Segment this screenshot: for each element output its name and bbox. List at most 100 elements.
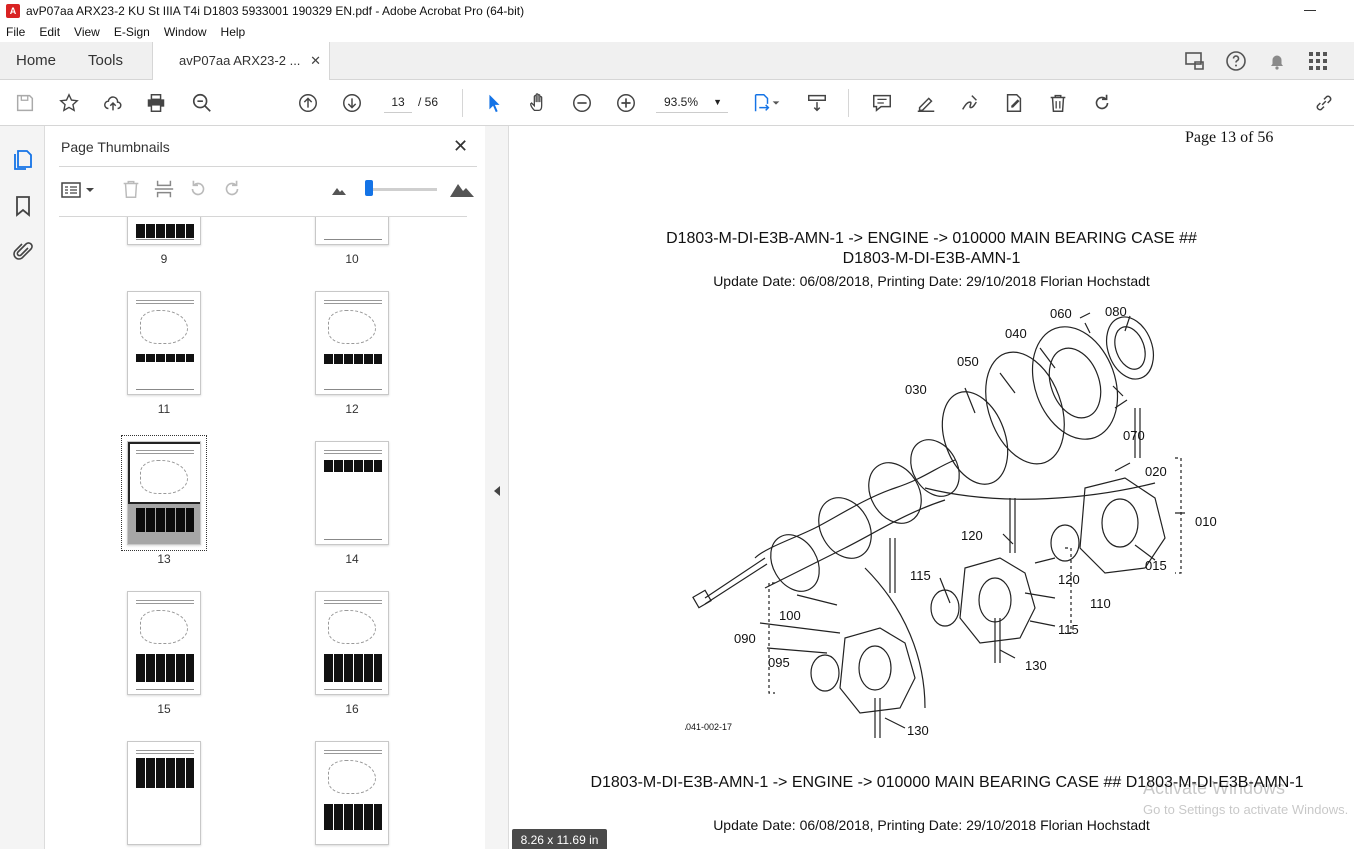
bookmark-star-icon[interactable]: [57, 91, 81, 115]
diagram-label: 095: [768, 655, 790, 670]
zoom-search-icon[interactable]: [190, 91, 214, 115]
share-screen-icon[interactable]: [1183, 49, 1207, 73]
heading-line-2: D1803-M-DI-E3B-AMN-1: [842, 250, 1021, 267]
diagram-label: 120: [961, 528, 983, 543]
diagram-label: 020: [1145, 464, 1167, 479]
edit-document-icon[interactable]: [1002, 91, 1026, 115]
diagram-label: 130: [907, 723, 929, 738]
page-thumbnails-panel: Page Thumbnails ✕ 9 10 11 12 13 14 15 16: [45, 126, 526, 849]
hand-tool-icon[interactable]: [526, 91, 550, 115]
page-fit-dropdown-icon[interactable]: [770, 91, 782, 115]
rotate-icon[interactable]: [1090, 91, 1114, 115]
notification-bell-icon[interactable]: [1265, 49, 1289, 73]
current-page-input[interactable]: [384, 91, 412, 113]
select-cursor-icon[interactable]: [482, 91, 506, 115]
close-panel-icon[interactable]: ✕: [453, 136, 468, 157]
print-icon[interactable]: [144, 91, 168, 115]
comment-icon[interactable]: [870, 91, 894, 115]
thumbnail-size-slider-track[interactable]: [367, 188, 437, 191]
thumbnail-page-9[interactable]: [127, 217, 201, 245]
thumbnail-label: 10: [345, 252, 359, 266]
thumbnail-size-slider-handle[interactable]: [365, 180, 373, 196]
bookmarks-icon[interactable]: [11, 194, 35, 218]
toolbar-separator: [462, 89, 463, 117]
attachments-paperclip-icon[interactable]: [11, 240, 35, 264]
exploded-parts-diagram: 060 080 040 050 030 070 020 010 015 120 …: [685, 304, 1217, 738]
upload-cloud-icon[interactable]: [101, 91, 125, 115]
save-icon[interactable]: [13, 91, 37, 115]
zoom-in-icon[interactable]: [614, 91, 638, 115]
thumbnail-page-16[interactable]: [315, 591, 389, 695]
minimize-button[interactable]: [1304, 4, 1316, 16]
thumbnail-shade: [128, 504, 200, 544]
acrobat-app-icon: A: [6, 4, 20, 18]
diagram-label: 080: [1105, 304, 1127, 319]
delete-pages-icon[interactable]: [120, 178, 142, 200]
diagram-label: 110: [1090, 596, 1111, 611]
tab-document[interactable]: avP07aa ARX23-2 ... ✕: [152, 42, 330, 81]
panel-splitter[interactable]: [485, 126, 509, 849]
panel-title: Page Thumbnails: [61, 139, 170, 155]
highlight-pen-icon[interactable]: [914, 91, 938, 115]
tab-bar: Home Tools avP07aa ARX23-2 ... ✕: [0, 42, 1354, 81]
diagram-label: 050: [957, 354, 979, 369]
menu-view[interactable]: View: [74, 25, 100, 39]
diagram-label: 090: [734, 631, 756, 646]
document-view[interactable]: Page 13 of 56 D1803-M-DI-E3B-AMN-1 -> EN…: [509, 126, 1354, 849]
thumbnail-page-11[interactable]: [127, 291, 201, 395]
thumbnail-page-15[interactable]: [127, 591, 201, 695]
window-title: avP07aa ARX23-2 KU St IIIA T4i D1803 593…: [26, 4, 525, 18]
page-thumbnails-icon[interactable]: [11, 148, 35, 172]
share-link-icon[interactable]: [1312, 91, 1336, 115]
thumbnail-larger-icon[interactable]: [449, 180, 475, 198]
thumbnail-label: 14: [345, 552, 359, 566]
activate-windows-watermark: Activate Windows: [1143, 778, 1286, 798]
options-menu-icon[interactable]: [61, 180, 97, 200]
chevron-down-icon: ▼: [713, 97, 722, 107]
thumbnail-page-17[interactable]: [127, 741, 201, 845]
zoom-out-icon[interactable]: [570, 91, 594, 115]
rotate-right-icon[interactable]: [221, 178, 243, 200]
next-page-icon[interactable]: [340, 91, 364, 115]
title-bar: A avP07aa ARX23-2 KU St IIIA T4i D1803 5…: [0, 0, 1354, 22]
toolbar-separator: [848, 89, 849, 117]
menu-edit[interactable]: Edit: [39, 25, 60, 39]
total-pages-label: / 56: [418, 95, 439, 109]
thumbnail-page-10[interactable]: [315, 217, 389, 245]
thumbnail-label: 13: [157, 552, 171, 566]
collapse-panel-icon[interactable]: [494, 486, 500, 496]
diagram-label: 115: [910, 568, 931, 583]
previous-page-icon[interactable]: [296, 91, 320, 115]
diagram-label: 030: [905, 382, 927, 397]
thumbnail-label: 15: [157, 702, 171, 716]
page-size-badge: 8.26 x 11.69 in: [512, 829, 607, 849]
diagram-label: 130: [1025, 658, 1047, 673]
close-tab-icon[interactable]: ✕: [310, 42, 321, 80]
apps-grid-icon[interactable]: [1306, 49, 1330, 73]
insert-pages-icon[interactable]: [153, 178, 175, 200]
thumbnail-list: 9 10 11 12 13 14 15 16: [59, 216, 467, 849]
thumbnail-page-13[interactable]: [127, 441, 201, 545]
help-icon[interactable]: [1224, 49, 1248, 73]
delete-trash-icon[interactable]: [1046, 91, 1070, 115]
thumbnail-label: 16: [345, 702, 359, 716]
zoom-level-dropdown[interactable]: 93.5% ▼: [656, 91, 728, 113]
tab-tools[interactable]: Tools: [88, 42, 123, 80]
menu-help[interactable]: Help: [221, 25, 246, 39]
sign-pen-icon[interactable]: [958, 91, 982, 115]
menu-file[interactable]: File: [6, 25, 25, 39]
scroll-mode-icon[interactable]: [805, 91, 829, 115]
thumbnail-page-18[interactable]: [315, 741, 389, 845]
thumbnail-page-14[interactable]: [315, 441, 389, 545]
thumbnail-smaller-icon[interactable]: [331, 184, 347, 196]
diagram-code: 1A041-002-17: [685, 722, 732, 732]
tab-home[interactable]: Home: [16, 42, 56, 80]
diagram-label: 070: [1123, 428, 1145, 443]
panel-divider: [59, 166, 477, 167]
menu-esign[interactable]: E-Sign: [114, 25, 150, 39]
visible-area-marker[interactable]: [128, 442, 200, 504]
rotate-left-icon[interactable]: [187, 178, 209, 200]
menu-window[interactable]: Window: [164, 25, 207, 39]
thumbnail-page-12[interactable]: [315, 291, 389, 395]
diagram-label: 100: [779, 608, 801, 623]
